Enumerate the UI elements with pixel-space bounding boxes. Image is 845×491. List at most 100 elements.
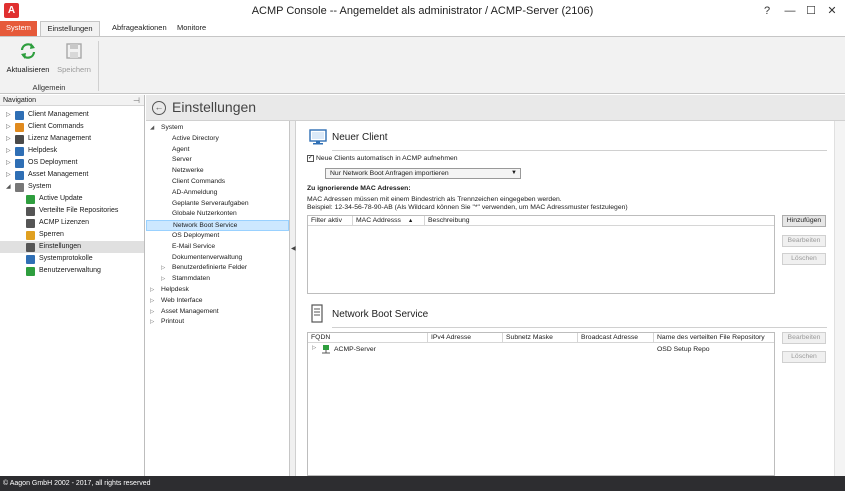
sidebar-item[interactable]: ACMP Lizenzen <box>0 217 144 229</box>
sidebar-item[interactable]: ▷ Client Commands <box>0 121 144 133</box>
tree-item[interactable]: Agent <box>146 145 289 156</box>
import-mode-dropdown[interactable]: Nur Network Boot Anfragen importieren ▼ <box>325 168 521 179</box>
tree-item[interactable]: ▷ Helpdesk <box>146 285 289 296</box>
tree-item[interactable]: ▷ Printout <box>146 317 289 328</box>
sidebar-item-label: Helpdesk <box>28 147 58 154</box>
expand-arrow-icon[interactable]: ▷ <box>150 317 154 328</box>
column-header-ipv4[interactable]: IPv4 Adresse <box>428 333 503 343</box>
save-button[interactable]: Speichern <box>51 40 97 78</box>
tab-einstellungen[interactable]: Einstellungen <box>40 21 100 37</box>
auto-add-checkbox[interactable]: ✓ <box>307 155 314 162</box>
tree-item[interactable]: ▷ Web Interface <box>146 296 289 307</box>
tab-monitore[interactable]: Monitore <box>169 21 214 36</box>
sidebar-item[interactable]: ▷ Lizenz Management <box>0 133 144 145</box>
nbs-delete-button[interactable]: Löschen <box>782 351 826 363</box>
column-header-repository[interactable]: Name des verteilten File Repository <box>654 333 776 343</box>
expand-arrow-icon[interactable]: ▷ <box>6 121 11 133</box>
vertical-scrollbar[interactable] <box>834 121 845 476</box>
navigation-title: Navigation <box>3 97 37 104</box>
back-icon[interactable]: ← <box>152 101 166 115</box>
column-header-fqdn[interactable]: FQDN <box>308 333 428 343</box>
minimize-button[interactable]: — <box>780 2 800 20</box>
expand-arrow-icon[interactable]: ▷ <box>150 285 154 296</box>
expand-arrow-icon[interactable]: ▷ <box>150 296 154 307</box>
sidebar-item[interactable]: Benutzerverwaltung <box>0 265 144 277</box>
sidebar-item[interactable]: ▷ OS Deployment <box>0 157 144 169</box>
column-header-description[interactable]: Beschreibung <box>425 216 625 226</box>
column-header-filter-active[interactable]: Filter aktiv <box>308 216 353 226</box>
mac-delete-button[interactable]: Löschen <box>782 253 826 265</box>
column-header-broadcast[interactable]: Broadcast Adresse <box>578 333 654 343</box>
pin-icon[interactable]: ⊣ <box>133 95 140 106</box>
expand-arrow-icon[interactable]: ▷ <box>6 109 11 121</box>
repository-icon <box>26 207 35 216</box>
page-header: ← Einstellungen <box>146 95 845 121</box>
commands-icon <box>15 123 24 132</box>
navigation-pane: Navigation ⊣ ▷ Client Management ▷ Client C… <box>0 95 145 476</box>
tree-item-label: Dokumentenverwaltung <box>172 253 243 261</box>
sidebar-item[interactable]: ▷ Helpdesk <box>0 145 144 157</box>
sidebar-item-label: Benutzerverwaltung <box>39 267 101 274</box>
tab-system[interactable]: System <box>0 21 37 36</box>
refresh-icon <box>20 43 36 59</box>
expand-arrow-icon[interactable]: ▷ <box>161 274 165 285</box>
column-header-subnet[interactable]: Subnetz Maske <box>503 333 578 343</box>
sidebar-item[interactable]: ▷ Client Management <box>0 109 144 121</box>
expand-arrow-icon[interactable]: ▷ <box>6 145 11 157</box>
tab-abfrageaktionen[interactable]: Abfrageaktionen <box>104 21 175 36</box>
tree-item[interactable]: Client Commands <box>146 177 289 188</box>
mac-filter-table[interactable]: Filter aktiv MAC Addresss ▲ Beschreibung <box>307 215 775 294</box>
tree-item[interactable]: Netzwerke <box>146 166 289 177</box>
sidebar-item[interactable]: Sperren <box>0 229 144 241</box>
tree-item[interactable]: Server <box>146 155 289 166</box>
status-bar: © Aagon GmbH 2002 - 2017, all rights res… <box>0 476 845 491</box>
network-boot-table[interactable]: FQDN IPv4 Adresse Subnetz Maske Broadcas… <box>307 332 775 476</box>
add-button[interactable]: Hinzufügen <box>782 215 826 227</box>
sidebar-item-label: Verteilte File Repositories <box>39 207 119 214</box>
expanded-arrow-icon[interactable]: ◢ <box>150 123 154 134</box>
tree-item[interactable]: ▷ Benutzerdefinierte Felder <box>146 263 289 274</box>
sidebar-item[interactable]: Active Update <box>0 193 144 205</box>
helpdesk-icon <box>15 147 24 156</box>
mac-edit-button[interactable]: Bearbeiten <box>782 235 826 247</box>
pane-splitter[interactable] <box>290 121 296 476</box>
expand-arrow-icon[interactable]: ▷ <box>6 157 11 169</box>
refresh-button[interactable]: Aktualisieren <box>5 40 51 78</box>
maximize-button[interactable]: ☐ <box>801 2 821 20</box>
sidebar-item[interactable]: Verteilte File Repositories <box>0 205 144 217</box>
tree-item[interactable]: OS Deployment <box>146 231 289 242</box>
tree-item[interactable]: Active Directory <box>146 134 289 145</box>
os-deployment-icon <box>15 159 24 168</box>
expand-arrow-icon[interactable]: ▷ <box>161 263 165 274</box>
nbs-edit-button[interactable]: Bearbeiten <box>782 332 826 344</box>
sidebar-item[interactable]: ▷ Asset Management <box>0 169 144 181</box>
tree-item-label: Active Directory <box>172 134 219 142</box>
expanded-arrow-icon[interactable]: ◢ <box>6 181 11 193</box>
table-row[interactable]: ▷ ACMP-Server OSD Setup Repo <box>308 344 774 355</box>
sidebar-item-label: Lizenz Management <box>28 135 92 142</box>
tree-item[interactable]: ▷ Stammdaten <box>146 274 289 285</box>
close-button[interactable]: ✕ <box>822 2 842 20</box>
tree-item[interactable]: ◢ System <box>146 123 289 134</box>
sidebar-item[interactable]: Systemprotokolle <box>0 253 144 265</box>
tree-item-label: Server <box>172 156 192 164</box>
tree-item[interactable]: E-Mail Service <box>146 242 289 253</box>
help-button[interactable]: ? <box>757 2 777 20</box>
sidebar-item[interactable]: ◢ System <box>0 181 144 193</box>
expand-arrow-icon[interactable]: ▷ <box>6 133 11 145</box>
column-header-mac[interactable]: MAC Addresss ▲ <box>353 216 425 226</box>
tree-item[interactable]: Geplante Serveraufgaben <box>146 199 289 210</box>
tree-item[interactable]: ▷ Asset Management <box>146 307 289 318</box>
tree-item[interactable]: Globale Nutzerkonten <box>146 209 289 220</box>
tree-item[interactable]: Dokumentenverwaltung <box>146 253 289 264</box>
chevron-down-icon: ▼ <box>511 170 517 176</box>
collapse-arrow-icon[interactable]: ◀ <box>291 245 296 252</box>
sidebar-item[interactable]: Einstellungen <box>0 241 144 253</box>
sort-ascending-icon: ▲ <box>407 218 414 224</box>
expand-arrow-icon[interactable]: ▷ <box>312 345 316 351</box>
expand-arrow-icon[interactable]: ▷ <box>6 169 11 181</box>
expand-arrow-icon[interactable]: ▷ <box>150 307 154 318</box>
tree-item[interactable]: Network Boot Service <box>146 220 289 231</box>
tree-item[interactable]: AD-Anmeldung <box>146 188 289 199</box>
log-icon <box>26 255 35 264</box>
